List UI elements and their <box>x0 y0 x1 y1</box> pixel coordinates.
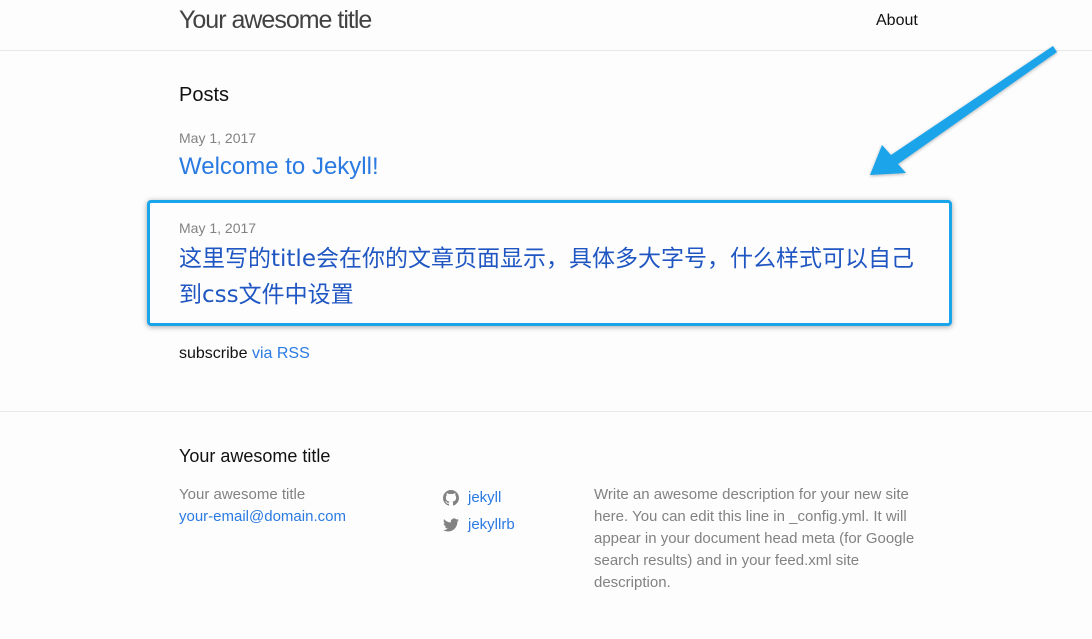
footer-social: jekyll jekyllrb <box>443 484 515 538</box>
post-date: May 1, 2017 <box>179 130 257 146</box>
rss-link[interactable]: via RSS <box>252 345 310 362</box>
post-title-link[interactable]: 这里写的title会在你的文章页面显示，具体多大字号，什么样式可以自己到css文… <box>179 241 929 313</box>
footer-name: Your awesome title <box>179 486 306 503</box>
subscribe-text: subscribe <box>179 345 248 362</box>
post-title-link[interactable]: Welcome to Jekyll! <box>179 153 379 181</box>
post-date: May 1, 2017 <box>179 220 257 236</box>
site-footer: Your awesome title Your awesome title yo… <box>0 411 1092 639</box>
twitter-link[interactable]: jekyllrb <box>468 516 515 533</box>
footer-contact: Your awesome title your-email@domain.com <box>179 484 346 528</box>
site-title-link[interactable]: Your awesome title <box>179 6 372 35</box>
posts-heading: Posts <box>179 84 230 106</box>
footer-description: Write an awesome description for your ne… <box>594 486 915 591</box>
footer-heading: Your awesome title <box>179 446 331 466</box>
github-link[interactable]: jekyll <box>468 489 501 506</box>
footer-email-link[interactable]: your-email@domain.com <box>179 506 346 528</box>
github-icon <box>443 489 459 506</box>
subscribe-line: subscribe via RSS <box>179 345 310 363</box>
twitter-icon <box>443 518 459 532</box>
nav-about-link[interactable]: About <box>876 12 918 30</box>
github-row: jekyll <box>443 484 515 511</box>
twitter-row: jekyllrb <box>443 511 515 538</box>
arrow-annotation <box>870 46 1057 175</box>
